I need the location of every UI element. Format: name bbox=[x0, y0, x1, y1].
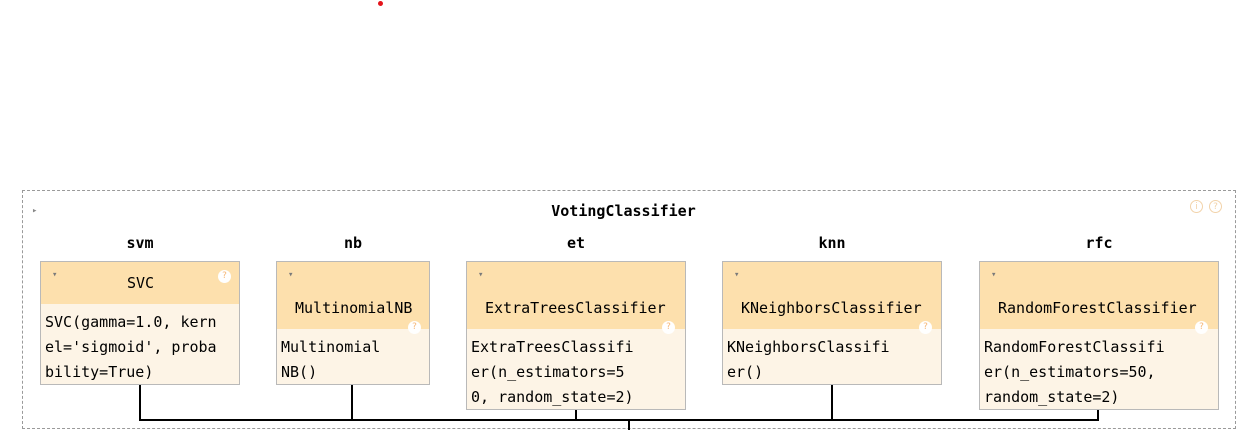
voting-icons: i ? bbox=[1190, 200, 1222, 213]
estimator-name-rfc: rfc bbox=[1085, 234, 1113, 252]
expand-icon[interactable]: ▾ bbox=[288, 270, 293, 280]
help-icon[interactable]: ? bbox=[1195, 321, 1208, 334]
estimator-box-randomforest[interactable]: ▾ RandomForestClassifier ? RandomForestC… bbox=[979, 261, 1219, 410]
estimator-box-multinomialnb[interactable]: ▾ MultinomialNB ? Multinomial NB() bbox=[276, 261, 430, 385]
connector-svm bbox=[139, 385, 141, 420]
estimator-class-svc: SVC bbox=[127, 274, 155, 292]
expand-icon[interactable]: ▾ bbox=[734, 270, 739, 280]
help-icon[interactable]: ? bbox=[218, 270, 231, 283]
estimator-params-extratrees: ExtraTreesClassifi er(n_estimators=5 0, ra… bbox=[471, 338, 634, 406]
voting-classifier-title: VotingClassifier bbox=[551, 202, 696, 220]
estimator-box-kneighbors[interactable]: ▾ KNeighborsClassifier ? KNeighborsClass… bbox=[722, 261, 942, 385]
estimator-class-multinomialnb: MultinomialNB bbox=[295, 299, 413, 317]
estimator-class-randomforest: RandomForestClassifier bbox=[998, 299, 1197, 317]
estimator-name-knn: knn bbox=[818, 234, 846, 252]
estimator-header-kneighbors[interactable]: ▾ KNeighborsClassifier ? bbox=[723, 262, 941, 334]
estimator-header-multinomialnb[interactable]: ▾ MultinomialNB ? bbox=[277, 262, 429, 334]
connector-nb bbox=[351, 385, 353, 420]
estimator-params-randomforest: RandomForestClassifi er(n_estimators=50, r… bbox=[984, 338, 1165, 406]
estimator-name-et: et bbox=[566, 234, 586, 252]
help-icon[interactable]: ? bbox=[1209, 200, 1222, 213]
info-icon[interactable]: i bbox=[1190, 200, 1203, 213]
estimator-header-extratrees[interactable]: ▾ ExtraTreesClassifier ? bbox=[467, 262, 685, 334]
estimator-header-randomforest[interactable]: ▾ RandomForestClassifier ? bbox=[980, 262, 1218, 334]
estimator-params-multinomialnb: Multinomial NB() bbox=[281, 338, 381, 381]
estimator-box-extratrees[interactable]: ▾ ExtraTreesClassifier ? ExtraTreesClass… bbox=[466, 261, 686, 410]
expand-icon[interactable]: ▾ bbox=[52, 270, 57, 280]
expand-icon[interactable]: ▾ bbox=[478, 270, 483, 280]
help-icon[interactable]: ? bbox=[408, 321, 421, 334]
connector-down bbox=[628, 420, 630, 430]
estimator-header-svc[interactable]: ▾ SVC ? bbox=[41, 262, 239, 304]
expand-icon[interactable]: ▾ bbox=[991, 270, 996, 280]
estimator-params-kneighbors: KNeighborsClassifi er() bbox=[727, 338, 890, 381]
estimator-name-nb: nb bbox=[343, 234, 363, 252]
help-icon[interactable]: ? bbox=[662, 321, 675, 334]
estimator-class-extratrees: ExtraTreesClassifier bbox=[485, 299, 666, 317]
estimator-box-svc[interactable]: ▾ SVC ? SVC(gamma=1.0, kern el='sigmoid',… bbox=[40, 261, 240, 385]
estimator-name-svm: svm bbox=[126, 234, 154, 252]
red-marker-dot bbox=[378, 1, 383, 6]
estimator-params-svc: SVC(gamma=1.0, kern el='sigmoid', proba bi… bbox=[45, 313, 217, 381]
connector-horizontal bbox=[139, 419, 1099, 421]
help-icon[interactable]: ? bbox=[919, 321, 932, 334]
estimator-class-kneighbors: KNeighborsClassifier bbox=[741, 299, 922, 317]
connector-knn bbox=[831, 385, 833, 420]
